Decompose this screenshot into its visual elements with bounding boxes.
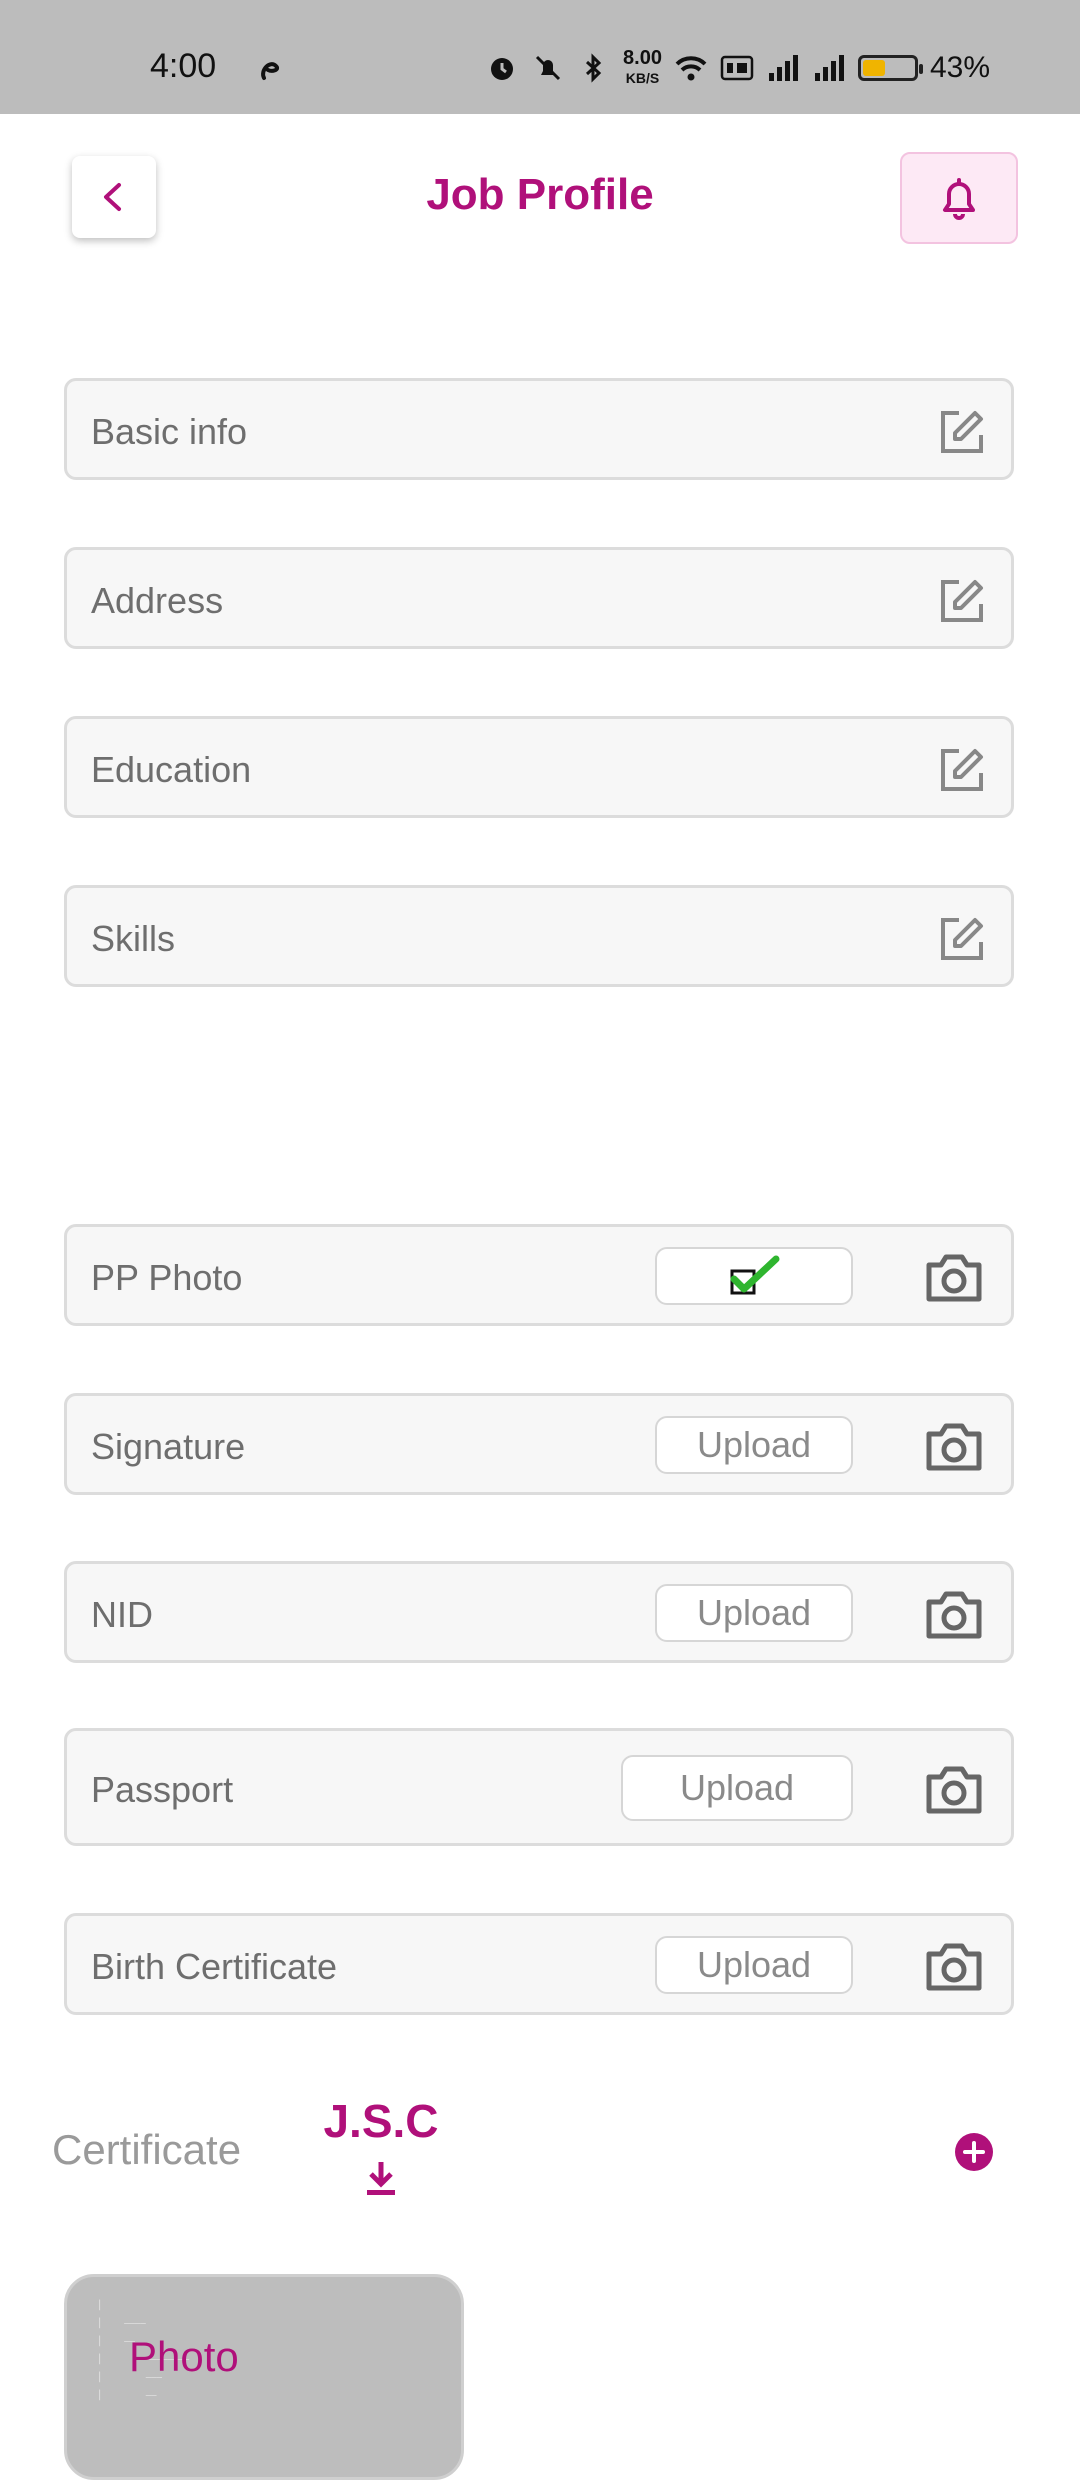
field-label: NID [91, 1594, 153, 1635]
bluetooth-icon [586, 53, 602, 83]
photo-label: Photo [129, 2333, 239, 2380]
profile-field-address[interactable]: Address [64, 547, 1014, 649]
field-label: PP Photo [91, 1257, 243, 1298]
bell-icon [943, 178, 975, 220]
field-label: Passport [91, 1769, 234, 1810]
upload-button[interactable]: Upload [621, 1755, 853, 1821]
field-label: Basic info [91, 411, 248, 452]
upload-button[interactable]: Upload [655, 1584, 853, 1642]
upload-button[interactable]: Upload [655, 1416, 853, 1474]
battery-level [862, 60, 885, 76]
network-rate: 8.00 KB/S [623, 47, 662, 86]
certificate-photo-card[interactable]: │ │ ———— │ —— │ —————————— │ ——— │ —— Photo [64, 2274, 464, 2480]
header: Job Profile [0, 114, 1080, 284]
signal-icon [814, 55, 844, 81]
wifi-icon [675, 56, 707, 81]
document-pp-photo: PP Photo [64, 1224, 1014, 1326]
edit-icon[interactable] [937, 914, 987, 964]
upload-button[interactable]: Upload [655, 1936, 853, 1994]
notification-button[interactable] [900, 152, 1018, 244]
document-birth-certificate: Birth Certificate Upload [64, 1913, 1014, 2015]
alarm-icon [491, 58, 514, 80]
edit-icon[interactable] [937, 745, 987, 795]
field-label: Signature [91, 1426, 246, 1467]
battery-percent: 43% [929, 51, 990, 84]
upload-status-button[interactable] [655, 1247, 853, 1305]
download-icon[interactable] [363, 2158, 399, 2198]
document-nid: NID Upload [64, 1561, 1014, 1663]
app-notification-icon [261, 62, 279, 80]
field-label: Skills [91, 918, 176, 959]
edit-icon[interactable] [937, 407, 987, 457]
camera-icon[interactable] [923, 1586, 985, 1642]
checkmark-icon [730, 1255, 780, 1295]
status-bar: 4:00 8.00 KB/S 43% [0, 0, 1080, 114]
volte-icon [720, 55, 754, 81]
camera-icon[interactable] [923, 1249, 985, 1305]
profile-field-basic-info[interactable]: Basic info [64, 378, 1014, 480]
certificate-name: J.S.C [323, 2095, 439, 2147]
mute-icon [535, 55, 561, 81]
signal-icon [768, 55, 798, 81]
edit-icon[interactable] [937, 576, 987, 626]
field-label: Address [91, 580, 224, 621]
document-passport: Passport Upload [64, 1728, 1014, 1846]
add-certificate-button[interactable] [954, 2132, 994, 2172]
camera-icon[interactable] [923, 1418, 985, 1474]
certificate-item[interactable]: J.S.C [322, 2094, 440, 2198]
certificate-label: Certificate [52, 2126, 242, 2173]
status-time: 4:00 [150, 47, 217, 85]
document-signature: Signature Upload [64, 1393, 1014, 1495]
camera-icon[interactable] [923, 1938, 985, 1994]
camera-icon[interactable] [923, 1761, 985, 1817]
battery-icon [857, 55, 923, 81]
status-icons: 8.00 KB/S 43% [485, 48, 990, 88]
field-label: Education [91, 749, 252, 790]
profile-field-skills[interactable]: Skills [64, 885, 1014, 987]
profile-field-education[interactable]: Education [64, 716, 1014, 818]
field-label: Birth Certificate [91, 1946, 338, 1987]
